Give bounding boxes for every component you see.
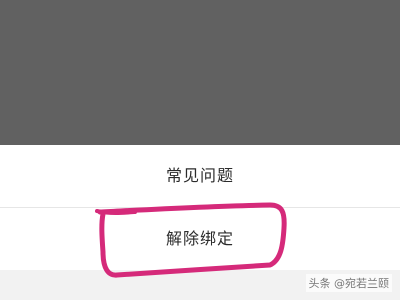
watermark-text: 头条 @宛若兰颐 [305,274,392,292]
faq-menu-item[interactable]: 常见问题 [0,145,400,207]
dimmed-background-overlay[interactable] [0,0,400,145]
screen: 常见问题 解除绑定 头条 @宛若兰颐 [0,0,400,300]
unbind-menu-item[interactable]: 解除绑定 [0,208,400,270]
